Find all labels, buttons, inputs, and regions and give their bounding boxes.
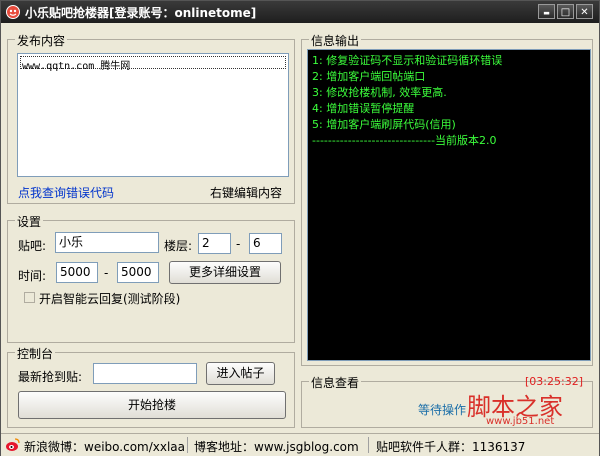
- start-button[interactable]: 开始抢楼: [18, 391, 286, 419]
- blog-text[interactable]: 博客地址：www.jsgblog.com: [194, 438, 359, 455]
- enter-post-button[interactable]: 进入帖子: [206, 362, 275, 385]
- content-text: www.qqtn.com 腾牛网: [22, 61, 131, 72]
- status-separator: [368, 437, 369, 453]
- time-to-input[interactable]: 5000: [117, 262, 159, 283]
- floor-label: 楼层:: [164, 239, 193, 253]
- publish-group-title: 发布内容: [15, 32, 68, 49]
- window-title: 小乐贴吧抢楼器[登录账号：onlinetome]: [25, 6, 257, 20]
- content-textarea[interactable]: www.qqtn.com 腾牛网: [17, 53, 289, 177]
- smart-reply-label: 开启智能云回复(测试阶段): [39, 292, 181, 306]
- tieba-label: 贴吧:: [18, 239, 47, 253]
- status-text: 等待操作: [418, 403, 467, 417]
- time-from-input[interactable]: 5000: [56, 262, 98, 283]
- minimize-icon: ▬: [543, 9, 550, 17]
- console-line: 3: 修改抢楼机制, 效率更高.: [312, 86, 447, 99]
- floor-dash: -: [236, 237, 241, 251]
- restore-icon: □: [560, 7, 571, 18]
- watermark-url: www.jb51.net: [486, 416, 555, 427]
- time-dash: -: [104, 266, 109, 280]
- tieba-input[interactable]: 小乐: [55, 232, 159, 253]
- group-text: 贴吧软件千人群：1136137: [376, 440, 526, 454]
- floor-from-input[interactable]: 2: [198, 233, 231, 254]
- smart-reply-checkbox[interactable]: [24, 292, 35, 303]
- close-button[interactable]: ✕: [576, 4, 593, 19]
- info-output-title: 信息输出: [309, 32, 362, 49]
- query-error-link[interactable]: 点我查询错误代码: [18, 184, 114, 201]
- settings-group-title: 设置: [15, 213, 44, 230]
- console-line: 2: 增加客户端回帖端口: [312, 70, 426, 83]
- status-bar: 新浪微博：weibo.com/xxlaa 博客地址：www.jsgblog.co…: [1, 433, 599, 456]
- console-group-title: 控制台: [15, 345, 56, 362]
- weibo-text[interactable]: 新浪微博：weibo.com/xxlaa: [24, 438, 185, 455]
- console-line: 5: 增加客户端刷屏代码(信用): [312, 118, 456, 131]
- time-label: 时间:: [18, 269, 47, 283]
- close-icon: ✕: [580, 7, 589, 18]
- floor-to-input[interactable]: 6: [249, 233, 282, 254]
- console-line: -------------------------------当前版本2.0: [312, 134, 497, 147]
- main-window: 小乐贴吧抢楼器[登录账号：onlinetome] ▬ □ ✕ 发布内容 www.…: [0, 0, 600, 456]
- more-settings-button[interactable]: 更多详细设置: [169, 261, 281, 284]
- info-output-console[interactable]: 1: 修复验证码不显示和验证码循环错误 2: 增加客户端回帖端口 3: 修改抢楼…: [307, 49, 591, 361]
- app-icon: [6, 5, 20, 19]
- title-bar[interactable]: 小乐贴吧抢楼器[登录账号：onlinetome] ▬ □ ✕: [1, 1, 599, 23]
- console-line: 4: 增加错误暂停提醒: [312, 102, 415, 115]
- weibo-icon: [6, 438, 20, 451]
- status-separator: [187, 437, 188, 453]
- edit-hint: 右键编辑内容: [210, 186, 283, 200]
- latest-post-input[interactable]: [93, 363, 197, 384]
- restore-button[interactable]: □: [557, 4, 574, 19]
- info-view-title: 信息查看: [309, 374, 362, 391]
- minimize-button[interactable]: ▬: [538, 4, 555, 19]
- latest-post-label: 最新抢到贴:: [18, 370, 83, 384]
- console-line: 1: 修复验证码不显示和验证码循环错误: [312, 54, 503, 67]
